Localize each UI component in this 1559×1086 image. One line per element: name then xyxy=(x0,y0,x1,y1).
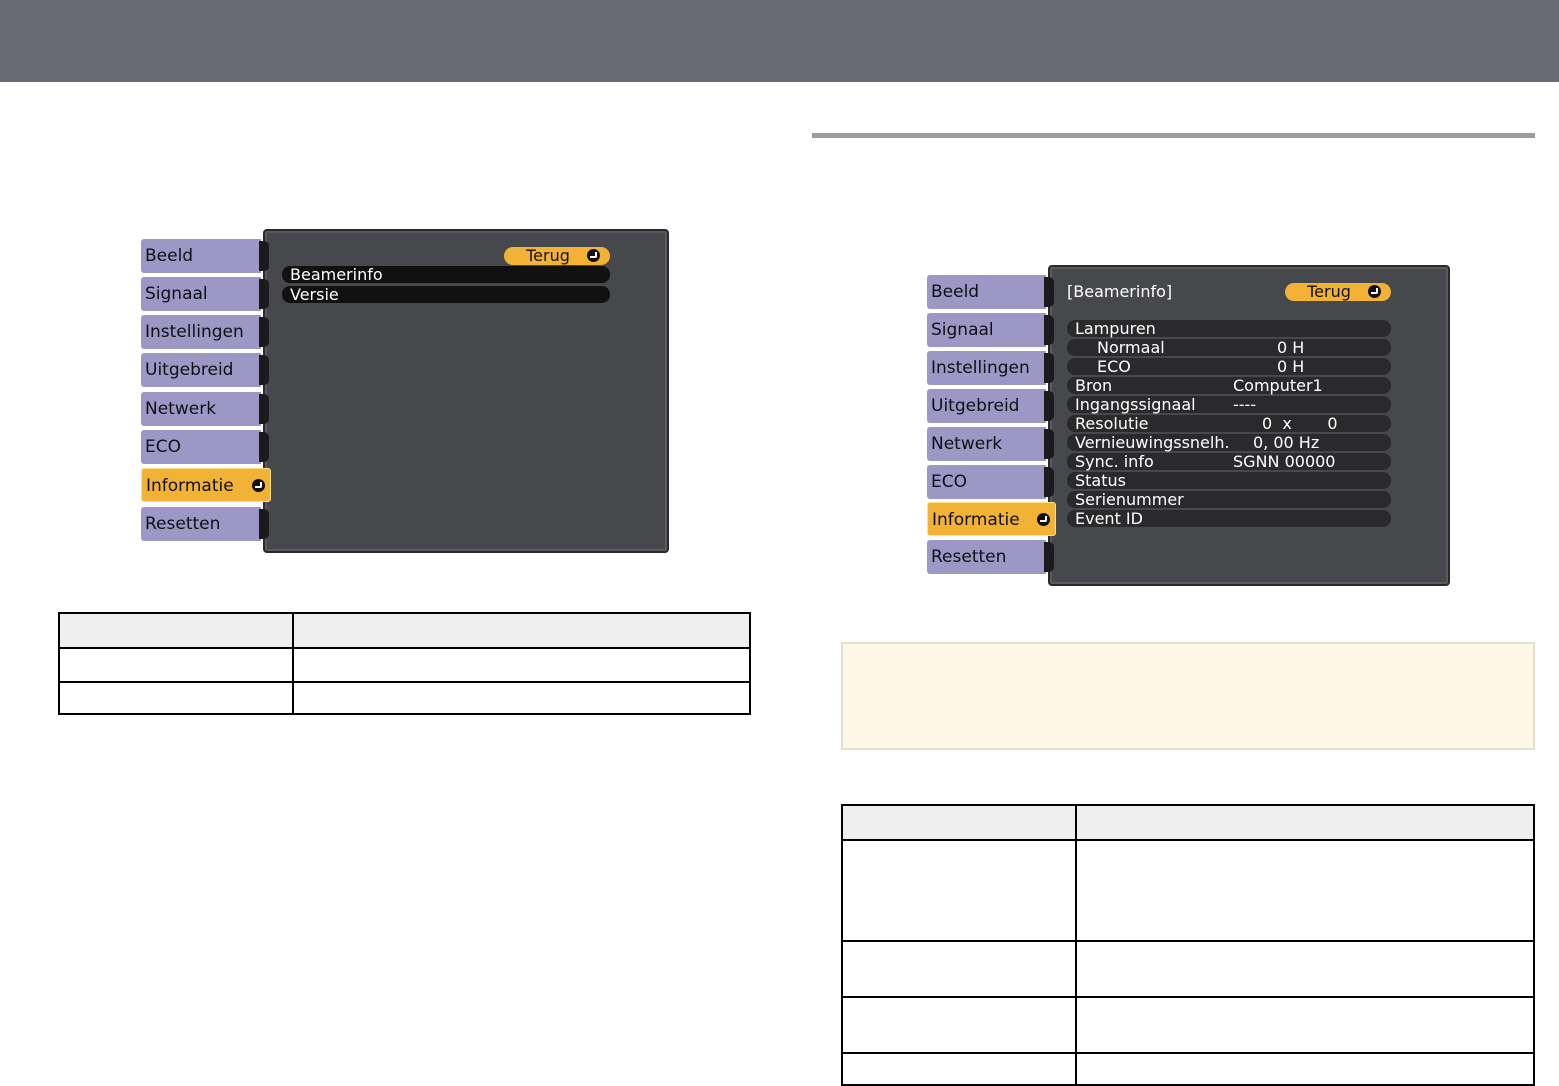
info-row-eco: ECO 0 H xyxy=(1067,358,1391,375)
table-header-row xyxy=(843,806,1533,841)
tab-eco[interactable]: ECO xyxy=(927,465,1054,499)
info-row-serienummer: Serienummer xyxy=(1067,491,1391,508)
info-row-ingangssignaal: Ingangssignaal ---- xyxy=(1067,396,1391,413)
back-button[interactable]: Terug xyxy=(504,247,610,265)
menu-title: [Beamerinfo] xyxy=(1067,282,1173,301)
settings-table-1 xyxy=(58,612,751,715)
info-row-vernieuwingssnelheid: Vernieuwingssnelh. 0, 00 Hz xyxy=(1067,434,1391,451)
info-row-sync-info: Sync. info SGNN 00000 xyxy=(1067,453,1391,470)
tab-uitgebreid[interactable]: Uitgebreid xyxy=(141,353,269,387)
enter-icon xyxy=(1037,513,1050,526)
tab-signaal[interactable]: Signaal xyxy=(927,313,1054,347)
tab-informatie[interactable]: Informatie xyxy=(141,468,271,502)
info-row-bron: Bron Computer1 xyxy=(1067,377,1391,394)
info-row-normaal: Normaal 0 H xyxy=(1067,339,1391,356)
tab-netwerk[interactable]: Netwerk xyxy=(141,392,269,426)
table-row xyxy=(843,1054,1533,1086)
tab-beeld[interactable]: Beeld xyxy=(927,275,1054,309)
tab-instellingen[interactable]: Instellingen xyxy=(141,315,269,349)
info-row-lampuren: Lampuren xyxy=(1067,320,1391,337)
table-row xyxy=(843,841,1533,942)
tab-netwerk[interactable]: Netwerk xyxy=(927,427,1054,461)
tab-beeld[interactable]: Beeld xyxy=(141,239,269,273)
tab-resetten[interactable]: Resetten xyxy=(927,540,1054,574)
enter-icon xyxy=(252,479,265,492)
note-box xyxy=(841,642,1535,750)
info-row-event-id: Event ID xyxy=(1067,510,1391,527)
page-header-bar xyxy=(0,0,1559,82)
table-column-divider xyxy=(1075,806,1077,1084)
table-row xyxy=(843,942,1533,998)
table-row xyxy=(60,649,749,683)
info-row-resolutie: Resolutie 0 x 0 xyxy=(1067,415,1391,432)
table-row xyxy=(60,683,749,715)
menu-item-versie[interactable]: Versie xyxy=(282,286,610,303)
tab-eco[interactable]: ECO xyxy=(141,430,269,464)
settings-table-2 xyxy=(841,804,1535,1086)
tab-signaal[interactable]: Signaal xyxy=(141,277,269,311)
section-divider xyxy=(812,133,1535,138)
table-row xyxy=(843,998,1533,1054)
table-header-row xyxy=(60,614,749,649)
menu-item-beamerinfo[interactable]: Beamerinfo xyxy=(282,266,610,283)
back-button[interactable]: Terug xyxy=(1285,283,1391,301)
info-row-status: Status xyxy=(1067,472,1391,489)
enter-icon xyxy=(1368,285,1381,298)
tab-instellingen[interactable]: Instellingen xyxy=(927,351,1054,385)
tab-informatie[interactable]: Informatie xyxy=(927,502,1056,536)
enter-icon xyxy=(587,249,600,262)
tab-resetten[interactable]: Resetten xyxy=(141,507,269,541)
table-column-divider xyxy=(292,614,294,713)
tab-uitgebreid[interactable]: Uitgebreid xyxy=(927,389,1054,423)
